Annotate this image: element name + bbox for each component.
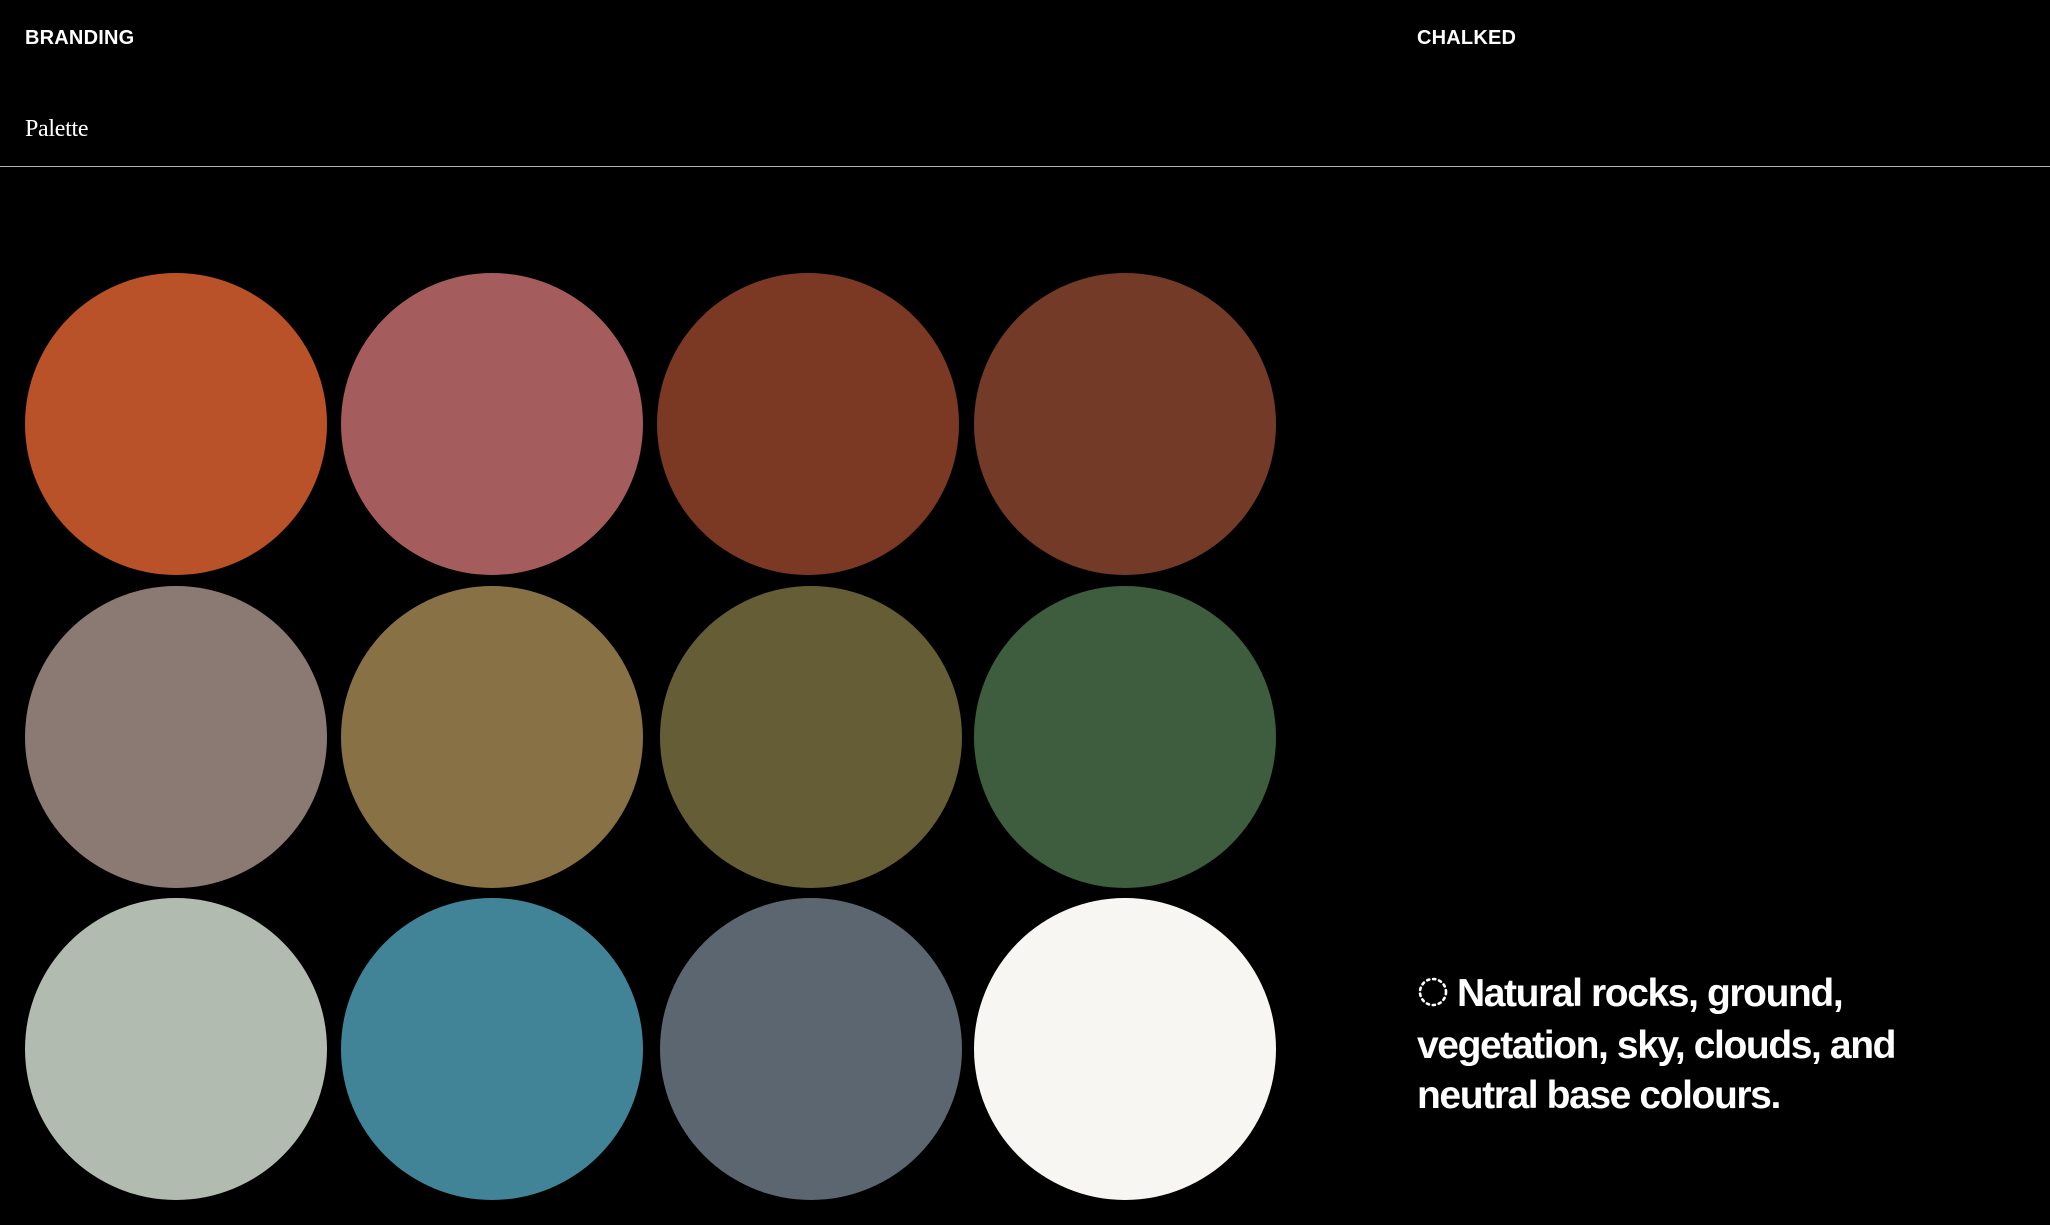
color-swatch	[25, 273, 327, 575]
color-swatch	[974, 898, 1276, 1200]
color-swatch	[974, 586, 1276, 888]
color-swatch	[657, 273, 959, 575]
color-swatch	[341, 273, 643, 575]
dotted-circle-icon	[1417, 971, 1449, 1021]
color-swatch	[660, 586, 962, 888]
palette-description: Natural rocks, ground, vegetation, sky, …	[1417, 969, 1977, 1121]
branding-label: BRANDING	[25, 27, 135, 49]
color-swatch	[974, 273, 1276, 575]
color-swatch	[25, 898, 327, 1200]
project-name-label: CHALKED	[1417, 27, 1517, 49]
section-title: Palette	[25, 116, 89, 142]
divider	[0, 166, 2050, 167]
color-swatch	[25, 586, 327, 888]
color-swatch	[341, 586, 643, 888]
palette-description-text: Natural rocks, ground, vegetation, sky, …	[1417, 972, 1896, 1117]
color-swatch	[341, 898, 643, 1200]
color-swatch	[660, 898, 962, 1200]
